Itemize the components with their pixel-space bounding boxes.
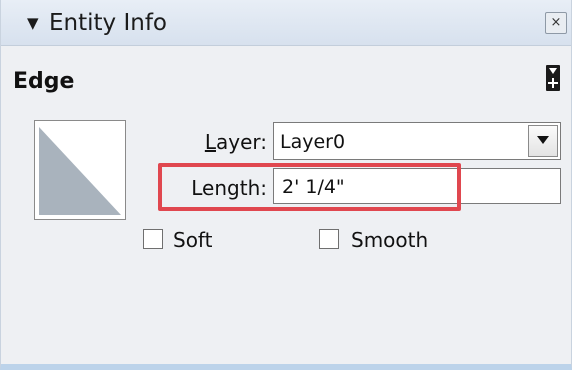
layer-label: Layer: — [204, 130, 267, 154]
collapse-arrow-icon[interactable]: ▼ — [27, 14, 47, 32]
smooth-checkbox-label[interactable]: Smooth — [351, 228, 428, 252]
layer-select[interactable]: Layer0 — [273, 122, 561, 160]
soft-checkbox[interactable] — [143, 229, 163, 249]
details-toggle-icon[interactable] — [543, 63, 563, 93]
close-icon: × — [550, 15, 562, 30]
entity-type-label: Edge — [13, 69, 75, 94]
entity-info-window: ▼ Entity Info × Edge Layer: Layer0 Lengt… — [0, 0, 572, 370]
material-swatch[interactable] — [34, 120, 126, 220]
entity-properties: Layer: Layer0 Length: 2' 1/4" Soft Smoot… — [1, 110, 571, 358]
layer-dropdown-button[interactable] — [528, 125, 558, 157]
layer-select-value: Layer0 — [280, 131, 346, 153]
length-highlight-annotation — [158, 163, 461, 211]
close-button[interactable]: × — [545, 12, 567, 34]
smooth-checkbox[interactable] — [319, 229, 339, 249]
title-bar[interactable]: ▼ Entity Info × — [1, 0, 571, 46]
window-title: Entity Info — [49, 9, 167, 36]
entity-header: Edge — [1, 47, 571, 109]
soft-checkbox-label[interactable]: Soft — [173, 228, 212, 252]
chevron-down-icon — [537, 136, 549, 144]
